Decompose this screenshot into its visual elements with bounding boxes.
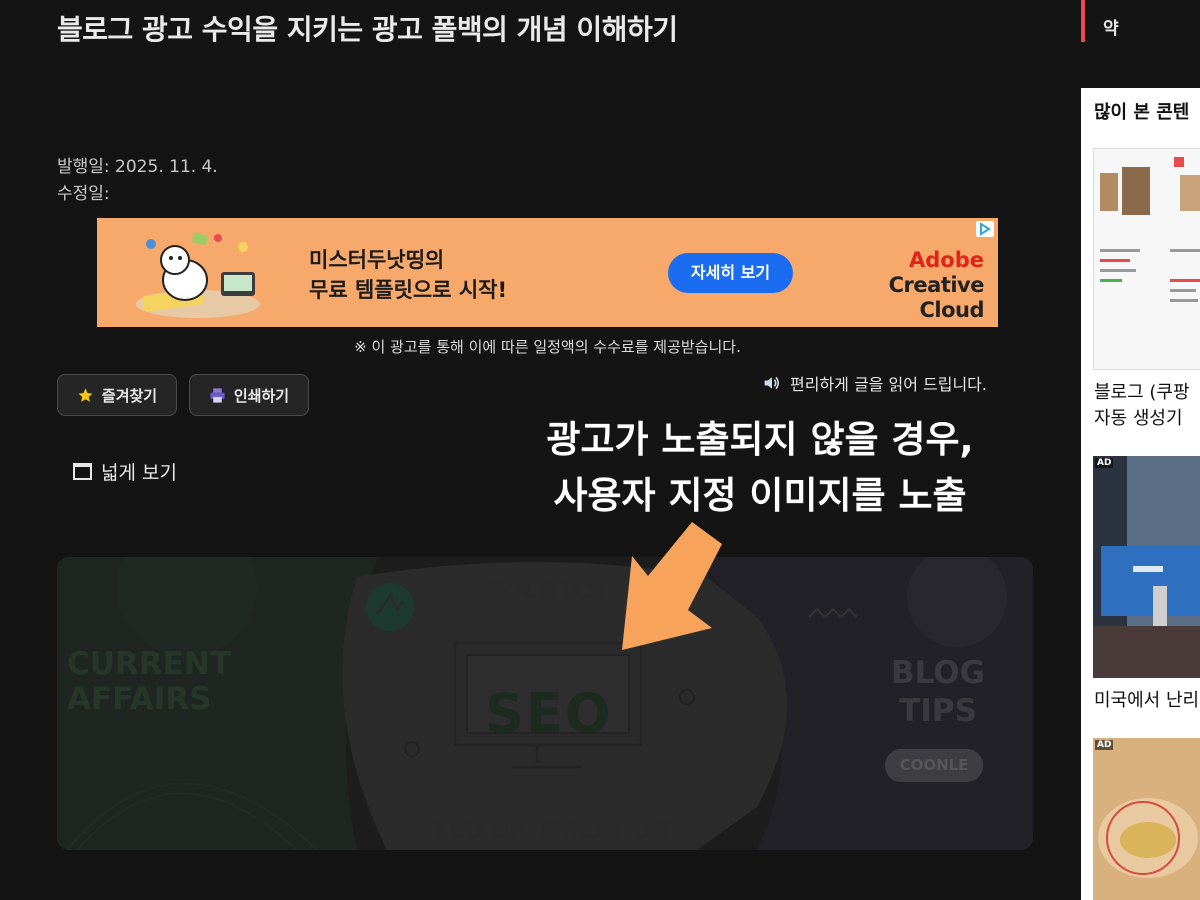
popular-item-caption[interactable]: 미국에서 난리 [1094, 688, 1199, 714]
ad-brand-logo: Adobe Creative Cloud [824, 248, 985, 323]
callout-line1: 광고가 노출되지 않을 경우, [546, 418, 974, 461]
hero-affairs-text: AFFAIRS [67, 681, 212, 717]
ad-banner[interactable]: 미스터두낫띵의 무료 템플릿으로 시작! 자세히 보기 Adobe Creati… [97, 218, 998, 327]
hero-current-affairs: CURRENT AFFAIRS [67, 647, 231, 717]
popular-item-ad-thumbnail[interactable]: AD [1093, 456, 1200, 678]
popular-content-panel: 많이 본 콘텐 블로그 (쿠팡 자동 생성기 AD 미국에서 난리 AD [1081, 88, 1200, 900]
ad-headline: 미스터두낫띵의 무료 템플릿으로 시작! [309, 245, 507, 305]
ad-disclaimer: ※ 이 광고를 통해 이에 따른 일정액의 수수료를 제공받습니다. [354, 338, 741, 356]
sidebar-top-text: 약 [1103, 19, 1119, 39]
sidebar-top-item[interactable]: 약 [1081, 0, 1200, 42]
modified-date: 수정일: [57, 184, 110, 204]
ad-brand-line1: Adobe [909, 248, 984, 272]
wide-view-icon [73, 463, 92, 480]
published-date: 발행일: 2025. 11. 4. [57, 157, 218, 177]
ad-cta-button[interactable]: 자세히 보기 [668, 253, 793, 293]
fallback-callout: 광고가 노출되지 않을 경우, 사용자 지정 이미지를 노출 [480, 412, 1040, 524]
popular-item-ad-thumbnail[interactable]: AD [1093, 738, 1200, 900]
hero-seo-text: SEO [485, 682, 613, 745]
wide-view-label: 넓게 보기 [101, 462, 177, 484]
popular-item-title-line2: 자동 생성기 [1094, 408, 1183, 429]
ad-headline-line2: 무료 템플릿으로 시작! [309, 278, 508, 302]
speaker-icon [764, 376, 779, 390]
bookmark-label: 즐겨찾기 [101, 386, 158, 405]
callout-line2: 사용자 지정 이미지를 노출 [553, 474, 967, 517]
print-label: 인쇄하기 [233, 386, 290, 405]
ad-headline-line1: 미스터두낫띵의 [309, 248, 445, 272]
hero-seo-optimization-text: SEO OPTIMIZATION [433, 819, 670, 844]
bookmark-button[interactable]: 즐겨찾기 [57, 374, 177, 416]
fallback-hero-image: CURRENT AFFAIRS POLITICS SEO SEO OPTIMIZ… [57, 557, 1033, 850]
post-title: 블로그 광고 수익을 지키는 광고 폴백의 개념 이해하기 [57, 13, 678, 46]
hero-coonle-badge: COONLE [885, 749, 983, 782]
page: 블로그 광고 수익을 지키는 광고 폴백의 개념 이해하기 발행일: 2025.… [0, 0, 1200, 900]
callout-arrow-icon [622, 522, 722, 650]
hero-current-text: CURRENT [67, 646, 231, 682]
popular-item-title-line1: 미국에서 난리 [1094, 690, 1200, 711]
ad-tag: AD [1095, 458, 1114, 468]
popular-heading: 많이 본 콘텐 [1094, 102, 1190, 123]
hero-tips-text: TIPS [899, 693, 977, 729]
popular-item-title-line1: 블로그 (쿠팡 [1094, 382, 1190, 403]
wide-view-toggle[interactable]: 넓게 보기 [73, 458, 177, 485]
text-to-speech-button[interactable]: 편리하게 글을 읽어 드립니다. [762, 371, 987, 395]
ad-brand-line2: Creative Cloud [888, 273, 985, 322]
ad-illustration [136, 232, 260, 318]
popular-item-caption[interactable]: 블로그 (쿠팡 자동 생성기 [1094, 380, 1190, 432]
adchoices-icon[interactable] [976, 221, 994, 237]
tts-label: 편리하게 글을 읽어 드립니다. [790, 375, 987, 394]
star-icon [78, 387, 93, 402]
print-button[interactable]: 인쇄하기 [189, 374, 309, 416]
hero-blog-text: BLOG [891, 655, 986, 691]
ad-tag: AD [1095, 740, 1114, 750]
printer-icon [210, 387, 225, 403]
hero-blog-tips: BLOG TIPS [891, 654, 985, 730]
popular-item-thumbnail[interactable] [1093, 148, 1200, 370]
